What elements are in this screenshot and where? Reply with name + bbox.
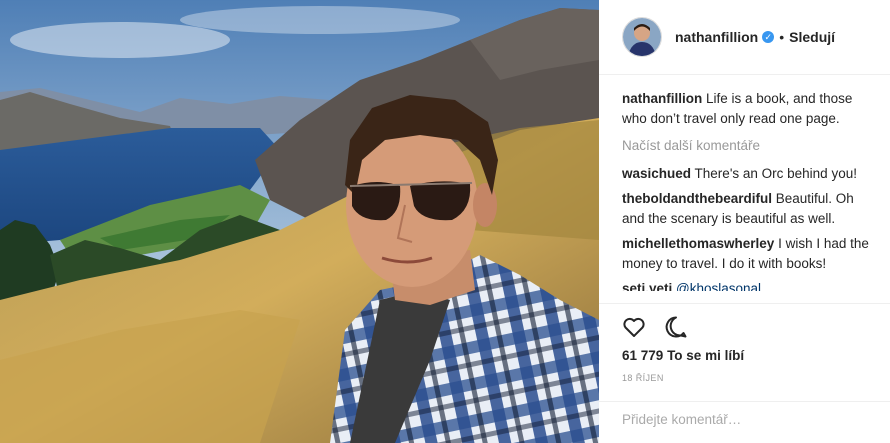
mention-link[interactable]: @khoslasonal (676, 281, 761, 291)
comment-item: seti.yeti @khoslasonal (622, 279, 876, 291)
post-date[interactable]: 18 ŘÍJEN (622, 373, 664, 383)
comments-list[interactable]: nathanfillion Life is a book, and those … (599, 75, 890, 291)
divider (599, 401, 890, 402)
comment-item: theboldandthebeardiful Beautiful. Oh and… (622, 189, 876, 229)
caption-username[interactable]: nathanfillion (622, 91, 702, 106)
username-link[interactable]: nathanfillion (675, 29, 758, 45)
comment-bubble-icon[interactable] (663, 314, 689, 340)
divider (599, 303, 890, 304)
comment-item: michellethomaswherley I wish I had the m… (622, 234, 876, 274)
instagram-post: nathanfillion ✓ • Sledují nathanfillion … (0, 0, 890, 443)
comment-item: wasichued There's an Orc behind you! (622, 164, 876, 184)
post-photo[interactable] (0, 0, 599, 443)
load-more-comments-button[interactable]: Načíst další komentáře (622, 136, 876, 156)
heart-icon[interactable] (621, 314, 647, 340)
avatar[interactable] (622, 17, 662, 57)
comment-text: There's an Orc behind you! (694, 166, 857, 181)
caption: nathanfillion Life is a book, and those … (622, 89, 876, 129)
comment-username[interactable]: seti.yeti (622, 281, 672, 291)
comment-username[interactable]: michellethomaswherley (622, 236, 774, 251)
following-button[interactable]: Sledují (789, 29, 835, 45)
post-actions (621, 314, 689, 340)
check-badge-icon: ✓ (762, 31, 775, 43)
post-side-panel: nathanfillion ✓ • Sledují nathanfillion … (599, 0, 890, 443)
likes-label: To se mi líbí (667, 348, 745, 363)
post-header: nathanfillion ✓ • Sledují (599, 0, 890, 75)
comment-username[interactable]: wasichued (622, 166, 691, 181)
separator-dot: • (779, 29, 785, 45)
add-comment-input[interactable] (622, 412, 872, 427)
likes-number: 61 779 (622, 348, 664, 363)
selfie-landscape-image (0, 0, 599, 443)
likes-count[interactable]: 61 779 To se mi líbí (622, 348, 744, 363)
avatar-image (623, 18, 661, 56)
comment-username[interactable]: theboldandthebeardiful (622, 191, 772, 206)
